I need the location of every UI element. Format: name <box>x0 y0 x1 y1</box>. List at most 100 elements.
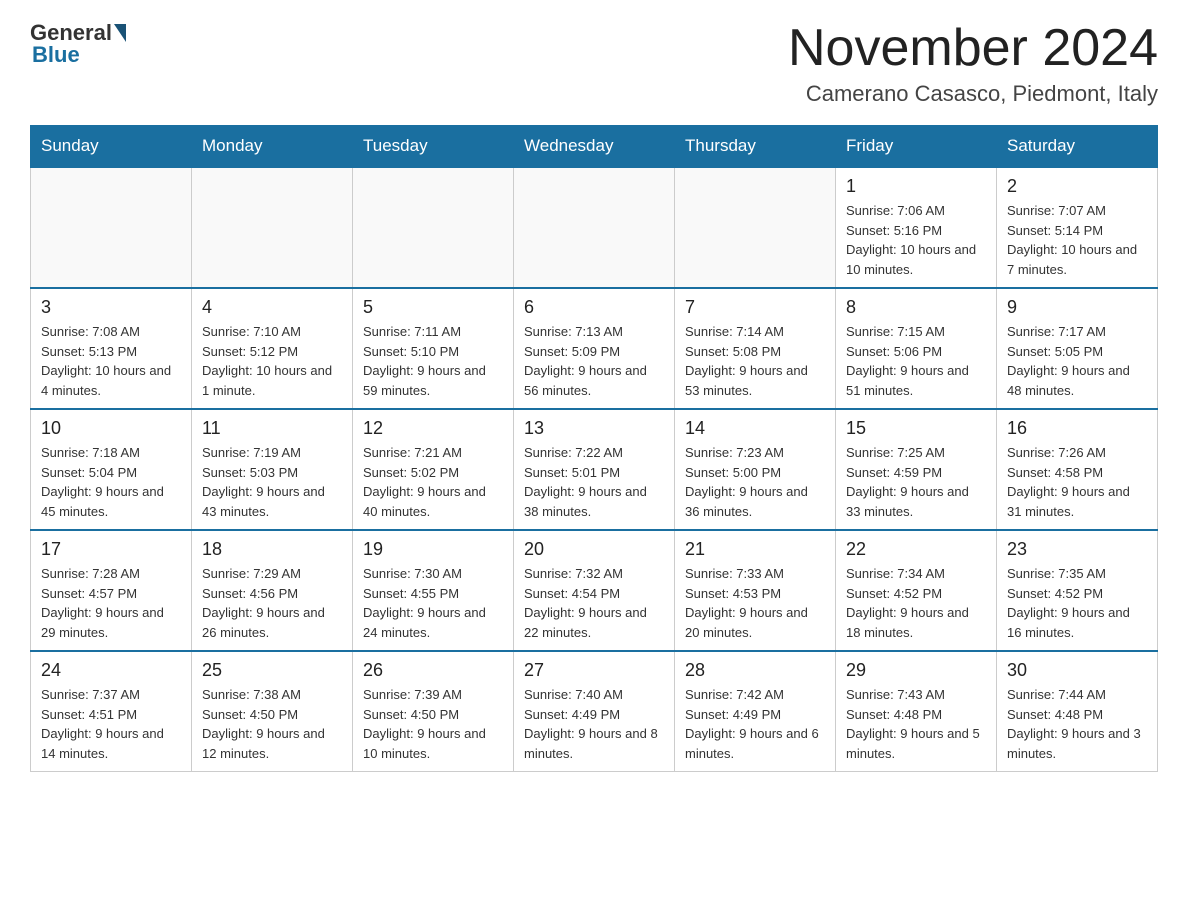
day-info: Sunrise: 7:11 AM Sunset: 5:10 PM Dayligh… <box>363 322 503 400</box>
calendar-cell: 27 Sunrise: 7:40 AM Sunset: 4:49 PM Dayli… <box>514 651 675 772</box>
day-info: Sunrise: 7:32 AM Sunset: 4:54 PM Dayligh… <box>524 564 664 642</box>
day-info: Sunrise: 7:42 AM Sunset: 4:49 PM Dayligh… <box>685 685 825 763</box>
calendar-cell: 24 Sunrise: 7:37 AM Sunset: 4:51 PM Dayli… <box>31 651 192 772</box>
day-number: 23 <box>1007 539 1147 560</box>
calendar-cell <box>192 167 353 288</box>
calendar-cell: 11 Sunrise: 7:19 AM Sunset: 5:03 PM Dayli… <box>192 409 353 530</box>
calendar-cell: 28 Sunrise: 7:42 AM Sunset: 4:49 PM Dayli… <box>675 651 836 772</box>
day-info: Sunrise: 7:33 AM Sunset: 4:53 PM Dayligh… <box>685 564 825 642</box>
calendar-cell: 7 Sunrise: 7:14 AM Sunset: 5:08 PM Daylig… <box>675 288 836 409</box>
day-number: 1 <box>846 176 986 197</box>
calendar-week-row: 1 Sunrise: 7:06 AM Sunset: 5:16 PM Daylig… <box>31 167 1158 288</box>
calendar-cell: 29Sunrise: 7:43 AM Sunset: 4:48 PM Dayli… <box>836 651 997 772</box>
page-header: General Blue November 2024 Camerano Casa… <box>30 20 1158 107</box>
calendar-cell: 2Sunrise: 7:07 AM Sunset: 5:14 PM Daylig… <box>997 167 1158 288</box>
day-number: 25 <box>202 660 342 681</box>
calendar-cell: 25 Sunrise: 7:38 AM Sunset: 4:50 PM Dayli… <box>192 651 353 772</box>
day-info: Sunrise: 7:17 AM Sunset: 5:05 PM Dayligh… <box>1007 322 1147 400</box>
calendar-cell: 17 Sunrise: 7:28 AM Sunset: 4:57 PM Dayli… <box>31 530 192 651</box>
calendar-week-row: 3 Sunrise: 7:08 AM Sunset: 5:13 PM Daylig… <box>31 288 1158 409</box>
day-info: Sunrise: 7:30 AM Sunset: 4:55 PM Dayligh… <box>363 564 503 642</box>
day-number: 3 <box>41 297 181 318</box>
logo: General Blue <box>30 20 128 68</box>
calendar-cell <box>353 167 514 288</box>
weekday-header-tuesday: Tuesday <box>353 126 514 168</box>
day-info: Sunrise: 7:06 AM Sunset: 5:16 PM Dayligh… <box>846 201 986 279</box>
day-info: Sunrise: 7:18 AM Sunset: 5:04 PM Dayligh… <box>41 443 181 521</box>
location-title: Camerano Casasco, Piedmont, Italy <box>788 81 1158 107</box>
logo-arrow-icon <box>114 24 126 42</box>
day-info: Sunrise: 7:23 AM Sunset: 5:00 PM Dayligh… <box>685 443 825 521</box>
weekday-header-thursday: Thursday <box>675 126 836 168</box>
day-number: 26 <box>363 660 503 681</box>
day-number: 19 <box>363 539 503 560</box>
day-number: 21 <box>685 539 825 560</box>
weekday-header-wednesday: Wednesday <box>514 126 675 168</box>
day-number: 20 <box>524 539 664 560</box>
weekday-header-saturday: Saturday <box>997 126 1158 168</box>
day-info: Sunrise: 7:28 AM Sunset: 4:57 PM Dayligh… <box>41 564 181 642</box>
calendar-cell: 21 Sunrise: 7:33 AM Sunset: 4:53 PM Dayli… <box>675 530 836 651</box>
day-info: Sunrise: 7:34 AM Sunset: 4:52 PM Dayligh… <box>846 564 986 642</box>
day-number: 11 <box>202 418 342 439</box>
calendar-cell: 26Sunrise: 7:39 AM Sunset: 4:50 PM Dayli… <box>353 651 514 772</box>
day-info: Sunrise: 7:38 AM Sunset: 4:50 PM Dayligh… <box>202 685 342 763</box>
calendar-cell: 22 Sunrise: 7:34 AM Sunset: 4:52 PM Dayli… <box>836 530 997 651</box>
calendar-week-row: 10 Sunrise: 7:18 AM Sunset: 5:04 PM Dayli… <box>31 409 1158 530</box>
month-title: November 2024 <box>788 20 1158 77</box>
day-number: 16 <box>1007 418 1147 439</box>
calendar-cell: 5Sunrise: 7:11 AM Sunset: 5:10 PM Daylig… <box>353 288 514 409</box>
day-number: 15 <box>846 418 986 439</box>
calendar-cell: 8 Sunrise: 7:15 AM Sunset: 5:06 PM Daylig… <box>836 288 997 409</box>
calendar-cell: 15 Sunrise: 7:25 AM Sunset: 4:59 PM Dayli… <box>836 409 997 530</box>
calendar-week-row: 17 Sunrise: 7:28 AM Sunset: 4:57 PM Dayli… <box>31 530 1158 651</box>
calendar-cell: 6Sunrise: 7:13 AM Sunset: 5:09 PM Daylig… <box>514 288 675 409</box>
day-number: 27 <box>524 660 664 681</box>
day-info: Sunrise: 7:07 AM Sunset: 5:14 PM Dayligh… <box>1007 201 1147 279</box>
calendar-cell <box>675 167 836 288</box>
weekday-header-monday: Monday <box>192 126 353 168</box>
day-info: Sunrise: 7:10 AM Sunset: 5:12 PM Dayligh… <box>202 322 342 400</box>
calendar-cell: 1 Sunrise: 7:06 AM Sunset: 5:16 PM Daylig… <box>836 167 997 288</box>
day-number: 9 <box>1007 297 1147 318</box>
day-info: Sunrise: 7:15 AM Sunset: 5:06 PM Dayligh… <box>846 322 986 400</box>
calendar-table: SundayMondayTuesdayWednesdayThursdayFrid… <box>30 125 1158 772</box>
day-info: Sunrise: 7:40 AM Sunset: 4:49 PM Dayligh… <box>524 685 664 763</box>
calendar-cell: 20 Sunrise: 7:32 AM Sunset: 4:54 PM Dayli… <box>514 530 675 651</box>
weekday-header-friday: Friday <box>836 126 997 168</box>
day-number: 28 <box>685 660 825 681</box>
day-number: 4 <box>202 297 342 318</box>
calendar-cell: 23 Sunrise: 7:35 AM Sunset: 4:52 PM Dayli… <box>997 530 1158 651</box>
day-number: 7 <box>685 297 825 318</box>
day-number: 22 <box>846 539 986 560</box>
calendar-cell: 16 Sunrise: 7:26 AM Sunset: 4:58 PM Dayli… <box>997 409 1158 530</box>
calendar-cell: 4 Sunrise: 7:10 AM Sunset: 5:12 PM Daylig… <box>192 288 353 409</box>
day-info: Sunrise: 7:08 AM Sunset: 5:13 PM Dayligh… <box>41 322 181 400</box>
day-number: 29 <box>846 660 986 681</box>
weekday-header-row: SundayMondayTuesdayWednesdayThursdayFrid… <box>31 126 1158 168</box>
calendar-cell: 3 Sunrise: 7:08 AM Sunset: 5:13 PM Daylig… <box>31 288 192 409</box>
day-number: 8 <box>846 297 986 318</box>
day-number: 14 <box>685 418 825 439</box>
calendar-cell: 14 Sunrise: 7:23 AM Sunset: 5:00 PM Dayli… <box>675 409 836 530</box>
day-info: Sunrise: 7:14 AM Sunset: 5:08 PM Dayligh… <box>685 322 825 400</box>
day-info: Sunrise: 7:25 AM Sunset: 4:59 PM Dayligh… <box>846 443 986 521</box>
day-info: Sunrise: 7:19 AM Sunset: 5:03 PM Dayligh… <box>202 443 342 521</box>
calendar-cell <box>514 167 675 288</box>
day-number: 18 <box>202 539 342 560</box>
day-info: Sunrise: 7:29 AM Sunset: 4:56 PM Dayligh… <box>202 564 342 642</box>
logo-blue-text: Blue <box>32 42 80 68</box>
title-area: November 2024 Camerano Casasco, Piedmont… <box>788 20 1158 107</box>
day-number: 13 <box>524 418 664 439</box>
day-info: Sunrise: 7:37 AM Sunset: 4:51 PM Dayligh… <box>41 685 181 763</box>
day-info: Sunrise: 7:26 AM Sunset: 4:58 PM Dayligh… <box>1007 443 1147 521</box>
day-info: Sunrise: 7:22 AM Sunset: 5:01 PM Dayligh… <box>524 443 664 521</box>
calendar-cell: 12Sunrise: 7:21 AM Sunset: 5:02 PM Dayli… <box>353 409 514 530</box>
day-number: 10 <box>41 418 181 439</box>
calendar-week-row: 24 Sunrise: 7:37 AM Sunset: 4:51 PM Dayli… <box>31 651 1158 772</box>
day-info: Sunrise: 7:21 AM Sunset: 5:02 PM Dayligh… <box>363 443 503 521</box>
calendar-cell: 18 Sunrise: 7:29 AM Sunset: 4:56 PM Dayli… <box>192 530 353 651</box>
day-info: Sunrise: 7:35 AM Sunset: 4:52 PM Dayligh… <box>1007 564 1147 642</box>
day-number: 17 <box>41 539 181 560</box>
day-number: 24 <box>41 660 181 681</box>
